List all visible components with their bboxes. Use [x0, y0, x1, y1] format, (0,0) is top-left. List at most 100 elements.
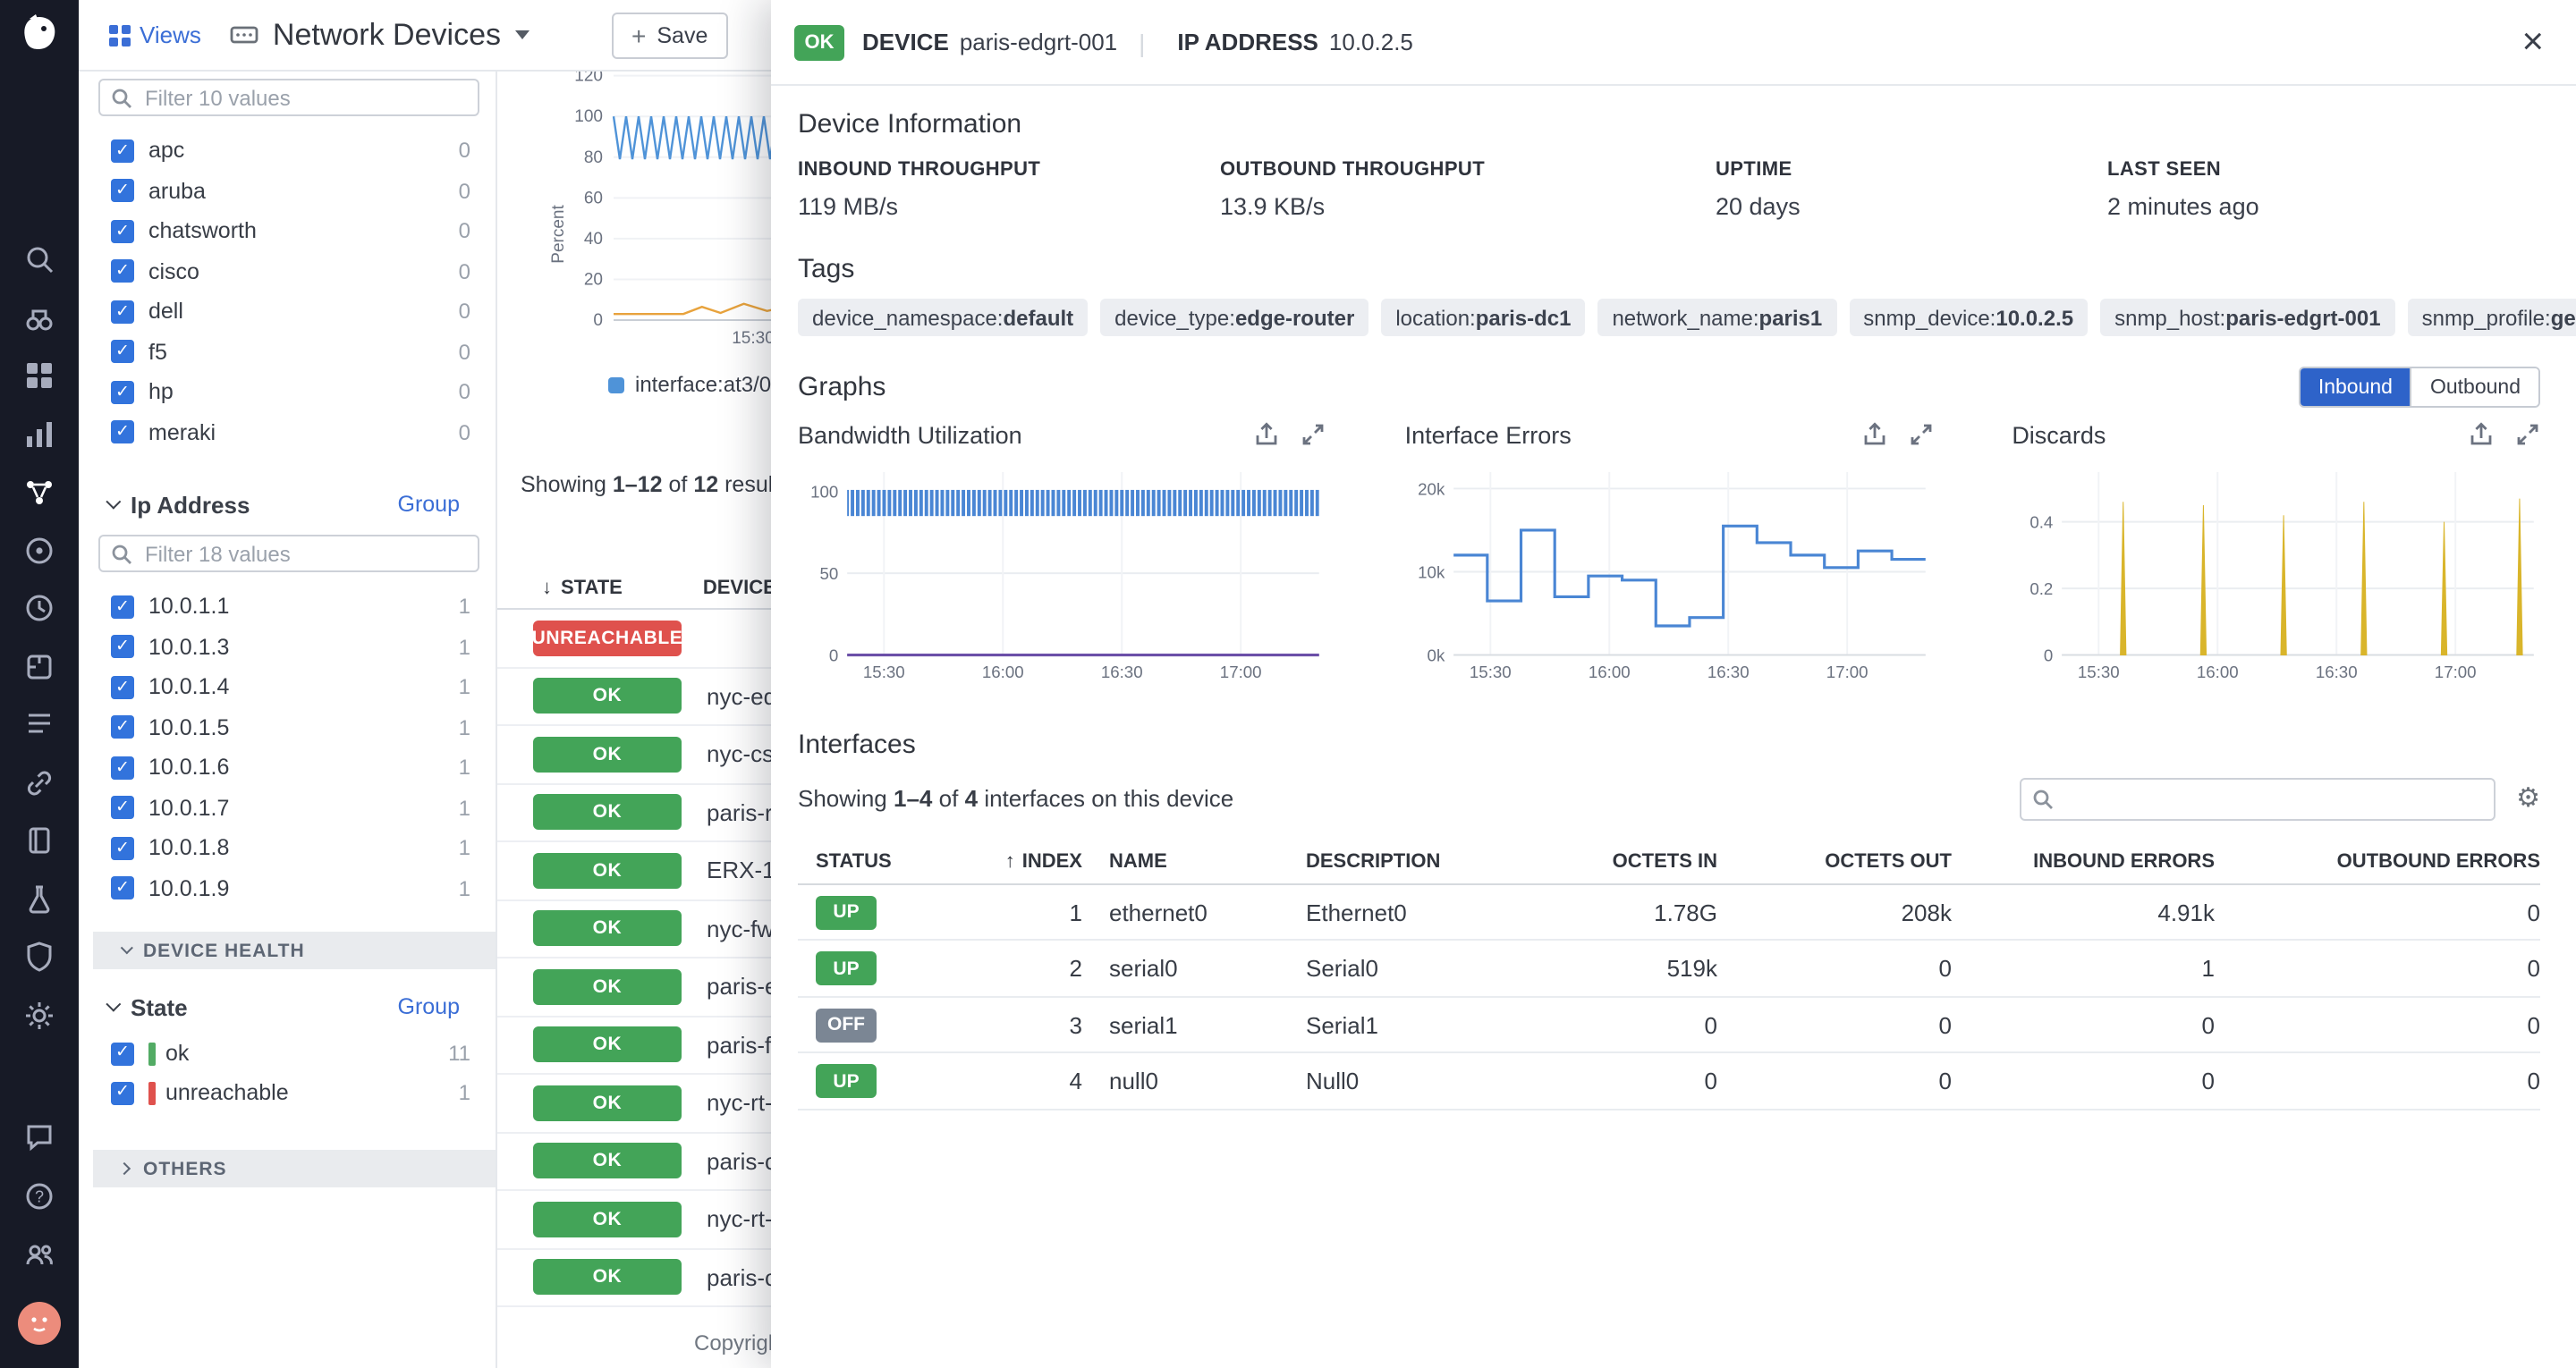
filter-item[interactable]: 10.0.1.7 1 [79, 788, 470, 828]
filter-item[interactable]: 10.0.1.1 1 [79, 587, 470, 627]
views-button[interactable]: Views [109, 21, 201, 48]
filter-item[interactable]: ok 11 [79, 1034, 470, 1073]
interface-row[interactable]: UP 4 null0 Null0 0 0 0 0 [798, 1054, 2540, 1110]
incidents-icon[interactable] [0, 875, 79, 922]
tag-chip[interactable]: snmp_profile:gener… [2408, 299, 2576, 336]
filter-item[interactable]: cisco 0 [79, 251, 470, 291]
notebooks-icon[interactable] [0, 817, 79, 864]
checkbox-checked-icon[interactable] [111, 139, 134, 163]
chat-icon[interactable] [0, 1114, 79, 1161]
checkbox-checked-icon[interactable] [111, 220, 134, 243]
filter-item[interactable]: 10.0.1.6 1 [79, 747, 470, 788]
col-outbound-errors[interactable]: OUTBOUND ERRORS [2215, 852, 2540, 874]
filter-item[interactable]: 10.0.1.4 1 [79, 667, 470, 707]
checkbox-checked-icon[interactable] [111, 877, 134, 900]
close-icon[interactable]: × [2521, 23, 2544, 61]
sort-desc-icon[interactable]: ↓ [542, 578, 552, 599]
vendor-filter-input[interactable] [98, 79, 479, 116]
datadog-logo-icon[interactable] [16, 11, 63, 57]
col-index[interactable]: ↑INDEX [968, 852, 1082, 874]
view-title-dropdown[interactable]: Network Devices [230, 17, 530, 53]
export-icon[interactable] [1861, 422, 1886, 447]
user-avatar[interactable] [18, 1302, 61, 1350]
device-health-section-header[interactable]: DEVICE HEALTH [93, 932, 496, 969]
others-section-header[interactable]: OTHERS [93, 1150, 496, 1187]
checkbox-checked-icon[interactable] [111, 1042, 134, 1065]
filter-item[interactable]: 10.0.1.3 1 [79, 627, 470, 667]
expand-icon[interactable] [1301, 422, 1326, 447]
checkbox-checked-icon[interactable] [111, 676, 134, 699]
table-settings-gear-icon[interactable]: ⚙ [2516, 786, 2540, 813]
org-users-icon[interactable] [0, 1232, 79, 1279]
filter-item[interactable]: hp 0 [79, 372, 470, 412]
group-link[interactable]: Group [398, 492, 461, 517]
chart-legend-item[interactable]: interface:at3/0,sr [608, 372, 795, 397]
checkbox-checked-icon[interactable] [111, 300, 134, 324]
col-octets-in[interactable]: OCTETS IN [1540, 852, 1717, 874]
filter-item[interactable]: 10.0.1.8 1 [79, 828, 470, 868]
checkbox-checked-icon[interactable] [111, 716, 134, 739]
expand-icon[interactable] [1908, 422, 1933, 447]
tag-chip[interactable]: snmp_host:paris-edgrt-001 [2100, 299, 2395, 336]
help-icon[interactable]: ? [0, 1173, 79, 1220]
ip-address-section-header[interactable]: Ip Address Group [79, 485, 496, 524]
watchdog-icon[interactable] [0, 294, 79, 341]
checkbox-checked-icon[interactable] [111, 381, 134, 404]
tag-chip[interactable]: device_type:edge-router [1100, 299, 1368, 336]
ci-link-icon[interactable] [0, 759, 79, 806]
integrations-icon[interactable] [0, 643, 79, 689]
interface-row[interactable]: UP 2 serial0 Serial0 519k 0 1 0 [798, 942, 2540, 998]
security-shield-icon[interactable] [0, 933, 79, 980]
settings-gear-icon[interactable] [0, 992, 79, 1038]
synthetics-icon[interactable] [0, 585, 79, 631]
save-button[interactable]: Save [612, 12, 727, 58]
col-inbound-errors[interactable]: INBOUND ERRORS [1952, 852, 2215, 874]
tag-chip[interactable]: snmp_device:10.0.2.5 [1849, 299, 2088, 336]
filter-item[interactable]: 10.0.1.5 1 [79, 707, 470, 747]
interfaces-search-input[interactable] [2019, 778, 2495, 821]
search-icon[interactable] [0, 236, 79, 283]
checkbox-checked-icon[interactable] [111, 636, 134, 659]
group-link[interactable]: Group [398, 994, 461, 1019]
logs-icon[interactable] [0, 701, 79, 747]
checkbox-checked-icon[interactable] [111, 1081, 134, 1104]
checkbox-checked-icon[interactable] [111, 421, 134, 444]
checkbox-checked-icon[interactable] [111, 756, 134, 780]
network-icon[interactable] [0, 469, 79, 515]
outbound-toggle-button[interactable]: Outbound [2411, 368, 2538, 406]
interface-row[interactable]: UP 1 ethernet0 Ethernet0 1.78G 208k 4.91… [798, 885, 2540, 942]
col-octets-out[interactable]: OCTETS OUT [1717, 852, 1952, 874]
col-status[interactable]: STATUS [798, 852, 968, 874]
filter-item[interactable]: 10.0.1.9 1 [79, 868, 470, 908]
col-state-header[interactable]: STATE [561, 578, 623, 599]
ip-filter-input[interactable] [98, 535, 479, 572]
dashboards-icon[interactable] [0, 352, 79, 399]
filter-item[interactable]: f5 0 [79, 332, 470, 372]
tag-chip[interactable]: device_namespace:default [798, 299, 1088, 336]
checkbox-checked-icon[interactable] [111, 797, 134, 820]
section-title: Ip Address [131, 491, 250, 518]
expand-icon[interactable] [2515, 422, 2540, 447]
filter-item[interactable]: apc 0 [79, 131, 470, 171]
filter-item[interactable]: aruba 0 [79, 171, 470, 211]
inbound-toggle-button[interactable]: Inbound [2301, 368, 2411, 406]
state-section-header[interactable]: State Group [79, 987, 496, 1026]
col-name[interactable]: NAME [1082, 852, 1279, 874]
export-icon[interactable] [1255, 422, 1280, 447]
checkbox-checked-icon[interactable] [111, 595, 134, 619]
tag-chip[interactable]: network_name:paris1 [1597, 299, 1836, 336]
metrics-icon[interactable] [0, 410, 79, 457]
filter-item[interactable]: dell 0 [79, 291, 470, 332]
filter-item[interactable]: unreachable 1 [79, 1073, 470, 1112]
export-icon[interactable] [2469, 422, 2494, 447]
tag-chip[interactable]: location:paris-dc1 [1381, 299, 1585, 336]
checkbox-checked-icon[interactable] [111, 260, 134, 283]
filter-item[interactable]: meraki 0 [79, 412, 470, 452]
interface-row[interactable]: OFF 3 serial1 Serial1 0 0 0 0 [798, 998, 2540, 1054]
checkbox-checked-icon[interactable] [111, 341, 134, 364]
checkbox-checked-icon[interactable] [111, 180, 134, 203]
apm-icon[interactable] [0, 527, 79, 573]
col-description[interactable]: DESCRIPTION [1279, 852, 1540, 874]
filter-item[interactable]: chatsworth 0 [79, 211, 470, 251]
checkbox-checked-icon[interactable] [111, 837, 134, 860]
